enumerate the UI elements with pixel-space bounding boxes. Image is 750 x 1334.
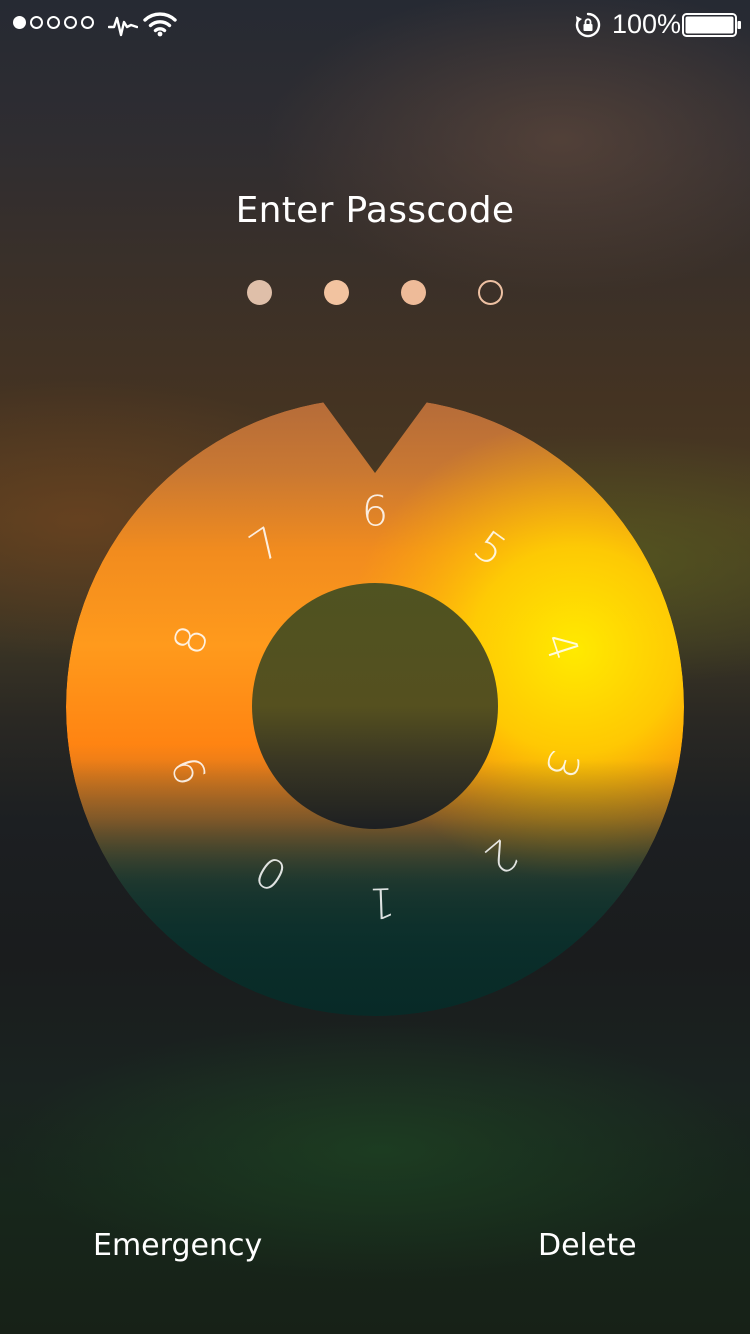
dial-hub	[252, 583, 498, 829]
lock-screen: 100% Enter Passcode 0 1 2 3 4 5 6 7 8 9 …	[0, 0, 750, 1334]
dial-digit-6[interactable]: 6	[362, 487, 389, 536]
emergency-button[interactable]: Emergency	[93, 1226, 262, 1266]
dial-digit-1[interactable]: 1	[368, 878, 396, 928]
delete-button[interactable]: Delete	[538, 1226, 637, 1266]
rotary-dial[interactable]: 0123456789	[0, 0, 750, 1334]
